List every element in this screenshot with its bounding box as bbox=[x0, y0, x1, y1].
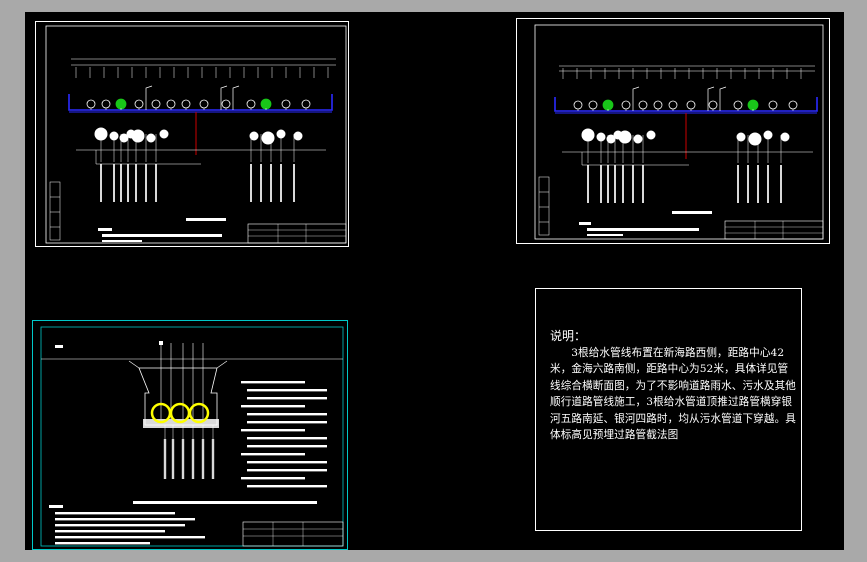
tree-symbol bbox=[86, 99, 96, 109]
notes-body: 3根给水管线布置在新海路西侧，距路中心42米，金海六路南侧，距路中心为52米，具… bbox=[550, 347, 796, 442]
pipe-section bbox=[146, 133, 156, 143]
tree-symbol-green bbox=[260, 98, 272, 110]
tree-symbol bbox=[668, 100, 678, 110]
drawing-sheet-cross-section-1[interactable] bbox=[35, 21, 349, 247]
tree-symbol bbox=[686, 100, 696, 110]
cross-section-drawing-1 bbox=[45, 25, 347, 244]
pipe-section bbox=[748, 132, 762, 146]
street-lamp bbox=[232, 85, 240, 110]
tree-symbol bbox=[181, 99, 191, 109]
tree-symbol bbox=[281, 99, 291, 109]
tree-symbol bbox=[788, 100, 798, 110]
tree-symbol bbox=[166, 99, 176, 109]
street-lamp bbox=[220, 85, 228, 110]
pipe-section bbox=[261, 131, 275, 145]
drawing-sheet-pipe-detail[interactable] bbox=[32, 320, 348, 550]
notes-title: 说明： bbox=[550, 329, 587, 343]
tree-symbol bbox=[101, 99, 111, 109]
tree-symbol bbox=[708, 100, 718, 110]
street-lamp bbox=[632, 86, 640, 111]
tree-symbol bbox=[134, 99, 144, 109]
pipe-section bbox=[159, 129, 169, 139]
tree-symbol bbox=[199, 99, 209, 109]
design-notes-panel[interactable]: 说明： 3根给水管线布置在新海路西侧，距路中心42米，金海六路南侧，距路中心为5… bbox=[535, 288, 802, 531]
tree-symbol-green bbox=[747, 99, 759, 111]
tree-symbol bbox=[653, 100, 663, 110]
pipe-section bbox=[646, 130, 656, 140]
tree-symbol bbox=[301, 99, 311, 109]
street-lamp bbox=[707, 86, 715, 111]
tree-symbol bbox=[221, 99, 231, 109]
pipe-section bbox=[293, 131, 303, 141]
pipe-section bbox=[633, 134, 643, 144]
tree-symbol bbox=[246, 99, 256, 109]
tree-symbol bbox=[768, 100, 778, 110]
tree-symbol-green bbox=[115, 98, 127, 110]
pipe-section bbox=[618, 130, 632, 144]
tree-symbol-green bbox=[602, 99, 614, 111]
pipe-section bbox=[780, 132, 790, 142]
pipe-detail-drawing bbox=[40, 326, 344, 547]
tree-symbol bbox=[733, 100, 743, 110]
pipe-section bbox=[131, 129, 145, 143]
drawing-sheet-cross-section-2[interactable] bbox=[516, 18, 830, 244]
street-lamp bbox=[719, 86, 727, 111]
cad-model-space[interactable]: 说明： 3根给水管线布置在新海路西侧，距路中心42米，金海六路南侧，距路中心为5… bbox=[25, 12, 844, 550]
tree-symbol bbox=[638, 100, 648, 110]
cross-section-drawing-2 bbox=[534, 24, 824, 240]
tree-symbol bbox=[151, 99, 161, 109]
street-lamp bbox=[145, 85, 153, 110]
tree-symbol bbox=[573, 100, 583, 110]
tree-symbol bbox=[588, 100, 598, 110]
tree-symbol bbox=[621, 100, 631, 110]
